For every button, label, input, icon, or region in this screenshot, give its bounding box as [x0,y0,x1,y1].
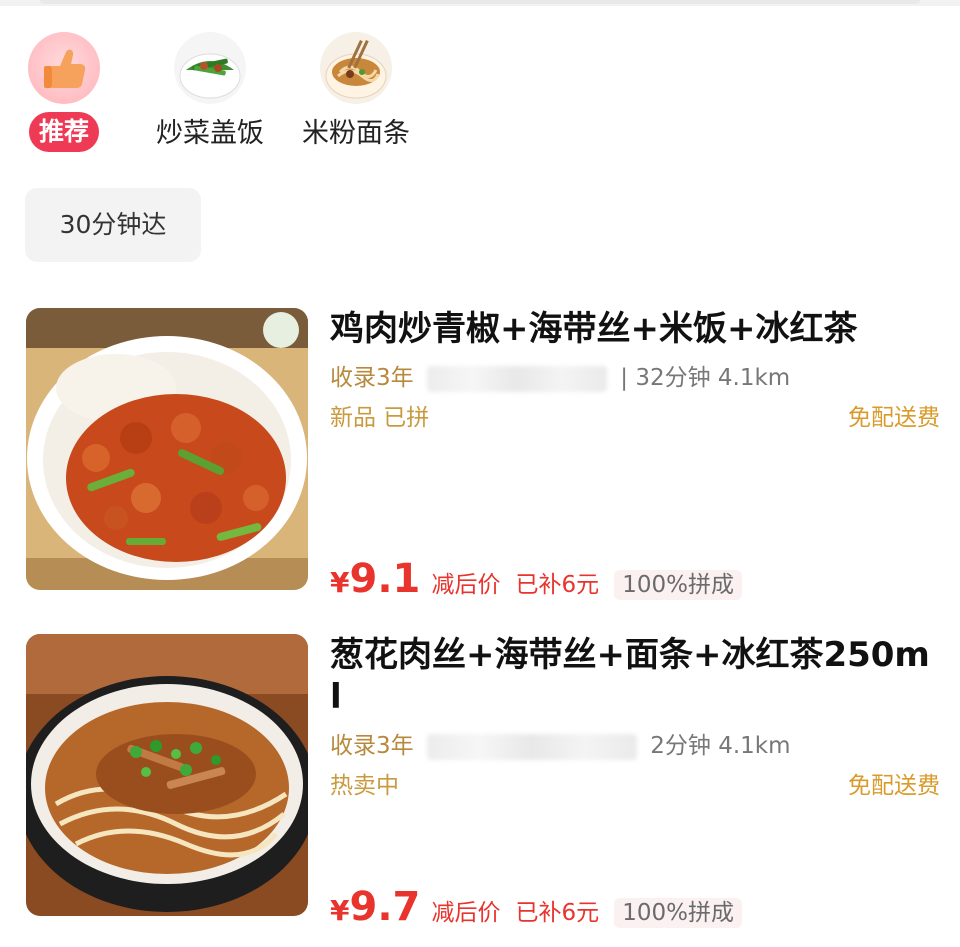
free-delivery-badge: 免配送费 [848,773,940,799]
category-tab-recommend[interactable]: 推荐 [24,32,104,152]
top-strip [0,0,960,6]
filter-chip-30min[interactable]: 30分钟达 [25,188,201,262]
category-tab-noodles[interactable]: 米粉面条 [298,32,414,154]
delivery-time-distance: | 32分钟 4.1km [620,365,791,391]
product-title: 葱花肉丝+海带丝+面条+冰红茶250ml [330,635,930,717]
redacted-shop-name [426,733,637,760]
product-tags: 新品 已拼 免配送费 [330,402,940,434]
status-tags: 新品 已拼 [330,405,430,431]
listed-years: 收录3年 [330,733,414,759]
product-tags: 热卖中 免配送费 [330,770,940,802]
product-meta: 收录3年 2分钟 4.1km [330,730,940,762]
currency-symbol: ¥ [330,566,350,599]
price-row: ¥9.1 减后价 已补6元 100%拼成 [330,556,940,602]
noodles-icon [320,32,392,104]
currency-symbol: ¥ [330,894,350,927]
listed-years: 收录3年 [330,365,414,391]
product-card[interactable]: 鸡肉炒青椒+海带丝+米饭+冰红茶 收录3年 | 32分钟 4.1km 新品 已拼… [0,308,960,602]
product-photo [26,308,308,590]
product-photo [26,634,308,916]
subsidy-label: 已补6元 [515,572,600,598]
product-card[interactable]: 葱花肉丝+海带丝+面条+冰红茶250ml 收录3年 2分钟 4.1km 热卖中 … [0,634,960,930]
free-delivery-badge: 免配送费 [848,405,940,431]
status-tags: 热卖中 [330,773,399,799]
product-meta: 收录3年 | 32分钟 4.1km [330,362,940,394]
delivery-time-distance: 2分钟 4.1km [650,733,791,759]
category-label: 炒菜盖饭 [156,118,264,149]
product-info: 鸡肉炒青椒+海带丝+米饭+冰红茶 收录3年 | 32分钟 4.1km 新品 已拼… [330,308,940,434]
product-title: 鸡肉炒青椒+海带丝+米饭+冰红茶 [330,309,858,349]
thumbs-up-icon [28,32,100,104]
group-success-rate: 100%拼成 [614,898,743,928]
group-success-rate: 100%拼成 [614,570,743,600]
category-label: 米粉面条 [302,118,410,149]
subsidy-label: 已补6元 [515,900,600,926]
price-value: 9.1 [349,556,421,602]
price-value: 9.7 [349,884,421,930]
redacted-shop-name [426,365,607,392]
category-tab-stir-fry-rice[interactable]: 炒菜盖饭 [152,32,268,154]
price-row: ¥9.7 减后价 已补6元 100%拼成 [330,884,940,930]
category-label: 推荐 [28,112,99,152]
product-info: 葱花肉丝+海带丝+面条+冰红茶250ml 收录3年 2分钟 4.1km 热卖中 … [330,634,940,802]
price-after-label: 减后价 [431,572,501,598]
price-after-label: 减后价 [431,900,501,926]
stir-fry-rice-icon [174,32,246,104]
